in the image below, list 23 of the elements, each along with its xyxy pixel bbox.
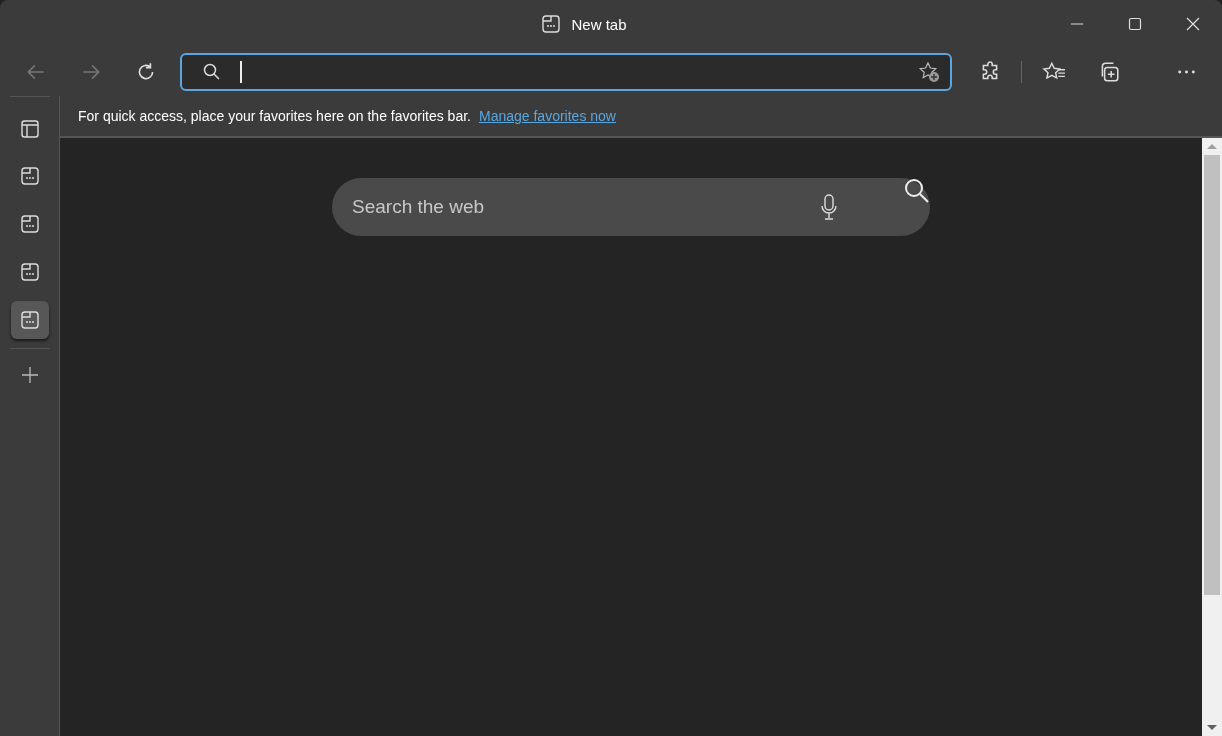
search-icon[interactable] [904,178,930,204]
tab-icon [19,310,40,330]
text-cursor [240,61,242,83]
minimize-icon [1070,23,1084,25]
address-bar[interactable] [180,53,952,91]
web-search-field[interactable]: Search the web [332,178,930,236]
tab-icon [19,166,40,186]
tab-icon [19,262,40,282]
tab-icon [19,214,40,234]
window-title: New tab [571,15,627,33]
microphone-icon[interactable] [821,194,837,220]
panel-icon [19,119,40,139]
tab-icon [541,14,562,34]
close-icon [1185,16,1201,32]
maximize-icon [1127,16,1143,32]
plus-icon [19,365,40,385]
manage-favorites-link[interactable]: Manage favorites now [479,108,616,124]
tab[interactable] [10,301,49,339]
favorites-bar-message: For quick access, place your favorites here on the favorites bar. [78,108,471,124]
more-icon [1178,70,1195,74]
scrollbar[interactable] [1202,138,1222,736]
add-favorite-icon[interactable] [918,61,940,83]
search-icon [202,62,222,82]
